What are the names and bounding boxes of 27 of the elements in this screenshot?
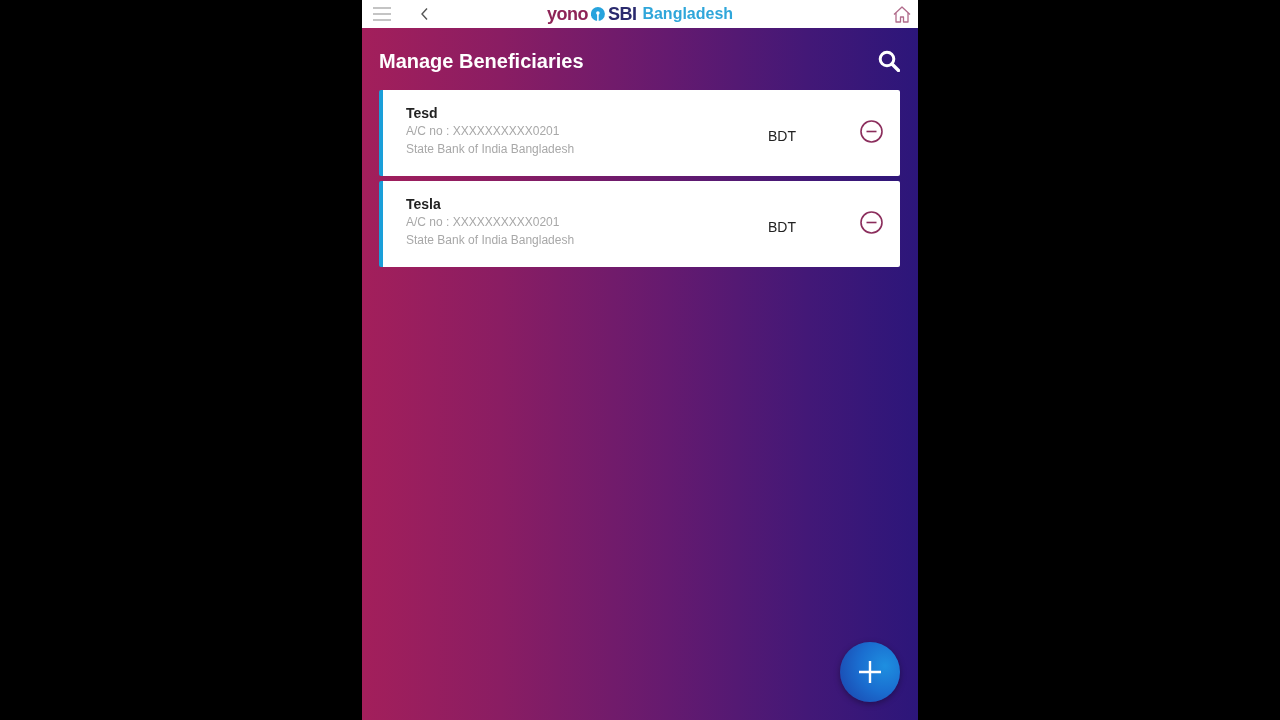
account-number: A/C no : XXXXXXXXXX0201 (406, 123, 561, 140)
logo-bank: SBI (607, 4, 637, 24)
search-icon (878, 50, 900, 72)
home-icon (893, 5, 911, 23)
page-title: Manage Beneficiaries (379, 49, 584, 73)
keyhole-logo-icon (590, 7, 605, 21)
currency-label: BDT (768, 128, 796, 144)
home-button[interactable] (892, 4, 912, 24)
bank-name: State Bank of India Bangladesh (406, 141, 576, 158)
search-button[interactable] (877, 49, 901, 73)
logo-region: Bangladesh (642, 4, 734, 24)
logo-brand: yono (546, 4, 588, 24)
add-button[interactable] (840, 642, 900, 702)
back-icon (420, 8, 428, 20)
plus-icon (859, 661, 881, 683)
beneficiary-name: Tesd (406, 104, 439, 122)
beneficiary-card[interactable]: Tesd A/C no : XXXXXXXXXX0201 State Bank of India Bangladesh BDT (379, 90, 900, 176)
account-number: A/C no : XXXXXXXXXX0201 (406, 214, 561, 231)
bank-name: State Bank of India Bangladesh (406, 232, 576, 249)
remove-button[interactable] (859, 210, 883, 234)
menu-icon (373, 7, 391, 21)
minus-circle-icon (859, 210, 883, 234)
beneficiary-card[interactable]: Tesla A/C no : XXXXXXXXXX0201 State Bank of India Bangladesh BDT (379, 181, 900, 267)
currency-label: BDT (768, 219, 796, 235)
remove-button[interactable] (859, 119, 883, 143)
minus-circle-icon (859, 119, 883, 143)
beneficiary-name: Tesla (406, 195, 442, 213)
